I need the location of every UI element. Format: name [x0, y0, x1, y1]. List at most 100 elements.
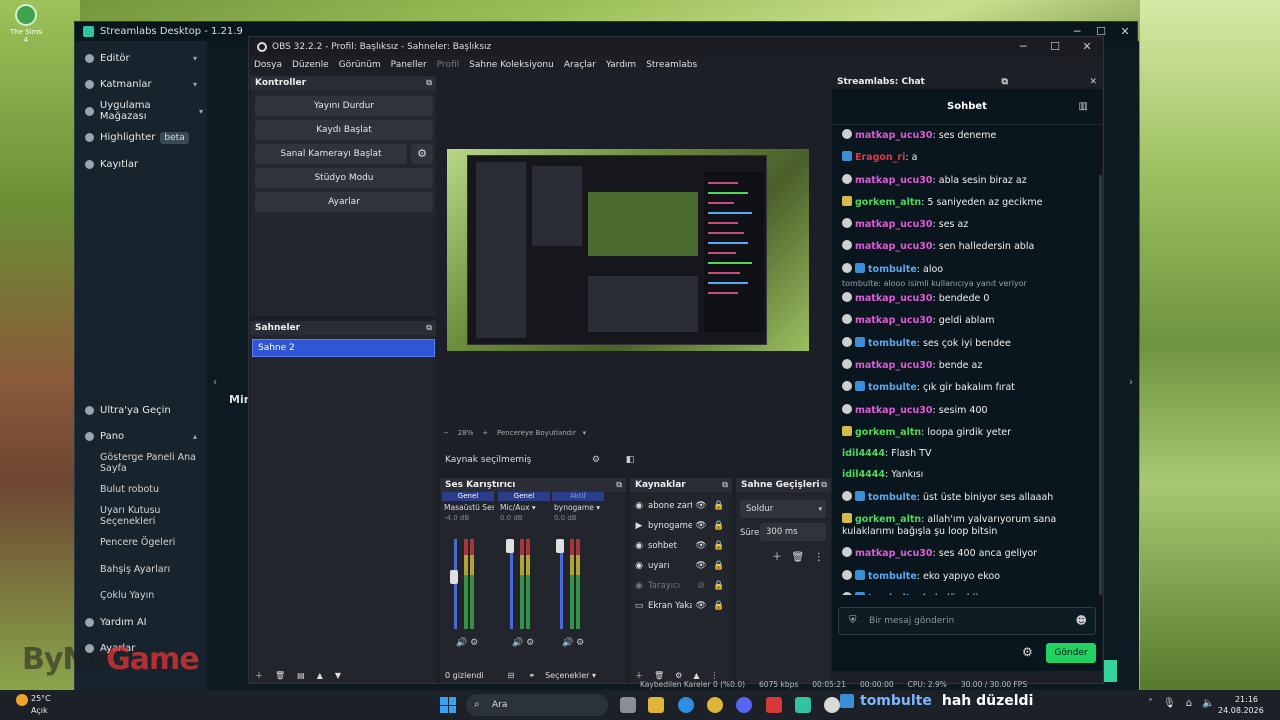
- start-recording-button[interactable]: Kaydı Başlat: [255, 120, 433, 140]
- chrome-icon[interactable]: [707, 697, 723, 713]
- source-filters-icon[interactable]: ◧: [617, 450, 643, 470]
- gear-icon[interactable]: ⚙: [675, 671, 682, 680]
- trash-icon[interactable]: 🗑: [275, 671, 285, 680]
- lock-icon[interactable]: 🔒: [710, 501, 728, 511]
- nav-ai-help[interactable]: Yardım AI: [75, 609, 207, 636]
- chat-username[interactable]: tombulte: [868, 593, 917, 595]
- menu-help[interactable]: Yardım: [606, 60, 636, 70]
- nav-sub-multistream[interactable]: Çoklu Yayın: [75, 583, 207, 610]
- undock-icon[interactable]: ⧉: [426, 78, 432, 88]
- nav-editor[interactable]: Editör ▾: [75, 45, 207, 72]
- nav-sub-alertbox[interactable]: Uyarı Kutusu Seçenekleri: [75, 503, 207, 530]
- virtual-camera-settings-icon[interactable]: ⚙: [411, 144, 433, 164]
- menu-tools[interactable]: Araçlar: [564, 60, 596, 70]
- trash-icon[interactable]: 🗑: [792, 552, 805, 563]
- chat-username[interactable]: matkap_ucu30: [855, 315, 933, 326]
- add-icon[interactable]: ＋: [635, 670, 643, 681]
- chat-username[interactable]: matkap_ucu30: [855, 219, 933, 230]
- undock-icon[interactable]: ⧉: [1001, 77, 1007, 87]
- start-virtual-camera-button[interactable]: Sanal Kamerayı Başlat: [255, 144, 407, 164]
- chat-username[interactable]: tombulte: [868, 382, 917, 393]
- chat-username[interactable]: matkap_ucu30: [855, 241, 933, 252]
- chat-username[interactable]: gorkem_altn: [855, 427, 921, 438]
- stop-stream-button[interactable]: Yayını Durdur: [255, 96, 433, 116]
- menu-edit[interactable]: Düzenle: [292, 60, 329, 70]
- lock-icon[interactable]: 🔒: [710, 601, 728, 611]
- chevron-right-icon[interactable]: ›: [1129, 377, 1133, 388]
- eye-icon[interactable]: 👁: [692, 561, 710, 571]
- menu-profile[interactable]: Profil: [437, 60, 459, 70]
- arrow-up-icon[interactable]: ▲: [317, 671, 323, 680]
- obs-taskbar-icon[interactable]: [824, 697, 840, 713]
- chat-settings-icon[interactable]: ⚙: [1022, 645, 1033, 659]
- chevron-down-icon[interactable]: ▾: [583, 429, 587, 437]
- edge-icon[interactable]: [678, 697, 694, 713]
- network-icon[interactable]: ⌂: [1186, 698, 1192, 709]
- add-icon[interactable]: ＋: [255, 670, 263, 681]
- chat-username[interactable]: tombulte: [868, 264, 917, 275]
- microphone-icon[interactable]: 🎙: [1163, 698, 1176, 709]
- mixer-channel-name[interactable]: bynogame ▾: [552, 501, 604, 514]
- source-row[interactable]: ◉ abone zart 👁 🔒: [634, 496, 729, 516]
- send-button[interactable]: Gönder: [1046, 643, 1096, 663]
- source-properties-icon[interactable]: ⚙: [583, 450, 609, 470]
- speaker-icon[interactable]: 🔊: [512, 638, 523, 648]
- nav-ultra[interactable]: Ultra'ya Geçin: [75, 397, 207, 424]
- close-icon[interactable]: ✕: [1113, 25, 1137, 38]
- gear-icon[interactable]: ⚙: [470, 638, 478, 648]
- chat-scrollbar[interactable]: [1099, 175, 1102, 595]
- link-icon[interactable]: ⚭: [528, 671, 535, 680]
- undock-icon[interactable]: ⧉: [722, 480, 728, 490]
- streamlabs-taskbar-icon[interactable]: [795, 697, 811, 713]
- chevron-left-icon[interactable]: ‹: [213, 377, 217, 388]
- emoji-icon[interactable]: ☻: [1076, 608, 1087, 634]
- undock-icon[interactable]: ⧉: [821, 480, 827, 490]
- lock-icon[interactable]: 🔒: [710, 561, 728, 571]
- chat-username[interactable]: matkap_ucu30: [855, 293, 933, 304]
- menu-docks[interactable]: Paneller: [391, 60, 427, 70]
- undock-icon[interactable]: ⧉: [426, 323, 432, 333]
- gear-icon[interactable]: ⚙: [526, 638, 534, 648]
- eye-icon[interactable]: 👁: [692, 521, 710, 531]
- duration-input[interactable]: 300 ms: [760, 523, 826, 541]
- filter-icon[interactable]: ▤: [297, 671, 305, 680]
- leaderboard-icon[interactable]: ▥: [1079, 101, 1088, 112]
- program-preview[interactable]: [447, 149, 809, 351]
- chat-username[interactable]: idil4444: [842, 469, 885, 480]
- nav-sub-cloudbot[interactable]: Bulut robotu: [75, 477, 207, 504]
- zoom-in-icon[interactable]: +: [482, 429, 488, 437]
- windows-start-icon[interactable]: [440, 697, 456, 713]
- chat-username[interactable]: tombulte: [868, 492, 917, 503]
- speaker-icon[interactable]: 🔊: [456, 638, 467, 648]
- minimize-icon[interactable]: ─: [1007, 40, 1039, 53]
- nav-app-store[interactable]: Uygulama Mağazası ▾: [75, 98, 207, 125]
- scene-item[interactable]: Sahne 2: [252, 339, 435, 357]
- eye-icon[interactable]: 👁: [692, 541, 710, 551]
- settings-button[interactable]: Ayarlar: [255, 192, 433, 212]
- chat-username[interactable]: matkap_ucu30: [855, 360, 933, 371]
- nav-sub-tips[interactable]: Bahşiş Ayarları: [75, 556, 207, 583]
- nav-layers[interactable]: Katmanlar ▾: [75, 72, 207, 99]
- nav-sub-widgets[interactable]: Pencere Ögeleri: [75, 530, 207, 557]
- eye-hidden-icon[interactable]: ⊘: [692, 581, 710, 591]
- volume-fader[interactable]: [454, 539, 457, 629]
- chat-username[interactable]: matkap_ucu30: [855, 548, 933, 559]
- source-row[interactable]: ◉ sohbet 👁 🔒: [634, 536, 729, 556]
- source-row[interactable]: ◉ uyarı 👁 🔒: [634, 556, 729, 576]
- chat-username[interactable]: gorkem_altn: [855, 514, 921, 525]
- transition-select[interactable]: Soldur ▾: [740, 500, 826, 518]
- volume-knob[interactable]: [556, 539, 564, 553]
- menu-streamlabs[interactable]: Streamlabs: [646, 60, 697, 70]
- undock-icon[interactable]: ⧉: [616, 480, 622, 490]
- add-icon[interactable]: ＋: [772, 552, 782, 563]
- nav-sub-dashboard-home[interactable]: Gösterge Paneli Ana Sayfa: [75, 450, 207, 477]
- close-icon[interactable]: ✕: [1071, 40, 1103, 53]
- trash-icon[interactable]: 🗑: [654, 671, 664, 680]
- zoom-out-icon[interactable]: −: [443, 429, 449, 437]
- eye-icon[interactable]: 👁: [692, 601, 710, 611]
- chat-username[interactable]: matkap_ucu30: [855, 175, 933, 186]
- lock-icon[interactable]: 🔒: [710, 581, 728, 591]
- menu-file[interactable]: Dosya: [254, 60, 282, 70]
- chat-username[interactable]: idil4444: [842, 448, 885, 459]
- mixer-channel-name[interactable]: Masaüstü Ses ▾: [442, 501, 494, 514]
